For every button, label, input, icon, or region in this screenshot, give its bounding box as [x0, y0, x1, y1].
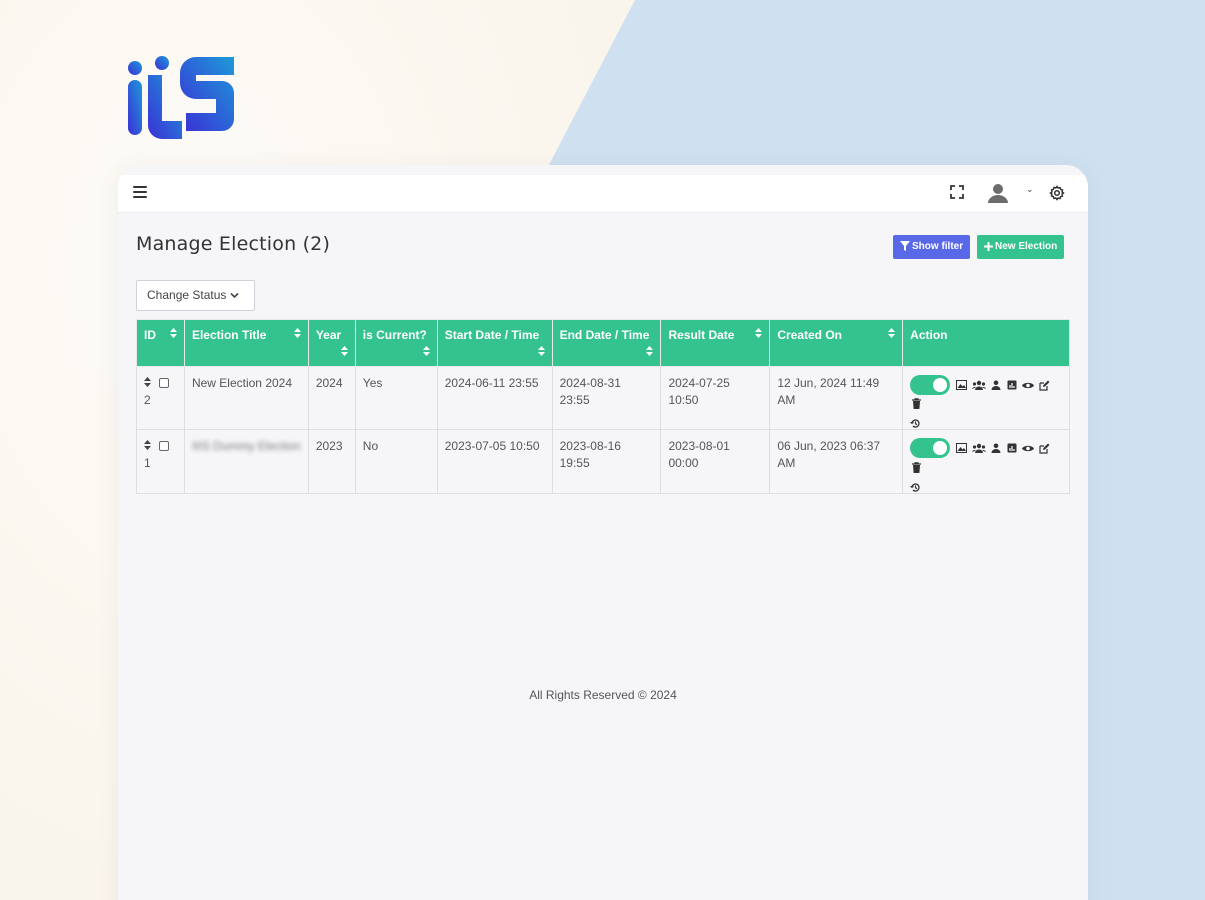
header-label: Start Date / Time	[444, 328, 540, 342]
plus-icon	[984, 242, 993, 251]
image-icon[interactable]	[955, 443, 967, 454]
column-header-title[interactable]: Election Title	[183, 319, 309, 367]
drag-sort-icon[interactable]	[144, 440, 151, 451]
table-row: 2 New Election 2024 2024 Yes 2024-06-11 …	[136, 365, 1070, 431]
header-label: Created On	[777, 328, 843, 342]
delete-icon[interactable]	[912, 461, 922, 473]
cell-year: 2024	[307, 365, 356, 431]
cell-result: 2023-08-01 00:00	[660, 429, 771, 494]
new-election-label: New Election	[995, 241, 1058, 252]
election-table: ID Election Title Year is Current? Start…	[136, 319, 1070, 494]
header-label: Action	[910, 328, 948, 342]
cell-start: 2024-06-11 23:55	[436, 365, 553, 431]
header-label: Result Date	[668, 328, 735, 342]
cell-actions	[902, 429, 1070, 494]
sort-icon	[888, 328, 896, 338]
cell-actions	[902, 365, 1070, 431]
top-navbar: ⌄	[118, 175, 1088, 213]
column-header-created[interactable]: Created On	[769, 319, 904, 367]
show-filter-button[interactable]: Show filter	[893, 235, 971, 259]
report-icon[interactable]	[1007, 380, 1017, 390]
new-election-button[interactable]: New Election	[977, 235, 1065, 259]
table-row: 1 IIIS Dummy Election 2023 No 2023-07-05…	[136, 429, 1070, 494]
candidate-icon[interactable]	[991, 380, 1001, 390]
delete-icon[interactable]	[912, 398, 922, 410]
header-label: is Current?	[362, 328, 427, 342]
report-icon[interactable]	[1007, 443, 1017, 453]
fullscreen-icon[interactable]	[950, 185, 964, 199]
cell-title: New Election 2024	[183, 365, 309, 431]
cell-start: 2023-07-05 10:50	[436, 429, 553, 494]
history-icon[interactable]	[910, 482, 921, 493]
footer-copyright: All Rights Reserved © 2024	[529, 688, 677, 702]
row-checkbox[interactable]	[159, 378, 170, 388]
edit-icon[interactable]	[1039, 443, 1050, 454]
edit-icon[interactable]	[1039, 380, 1050, 391]
gear-icon[interactable]	[1049, 185, 1065, 201]
drag-sort-icon[interactable]	[144, 377, 151, 387]
status-toggle[interactable]	[910, 438, 951, 459]
sort-icon	[340, 346, 348, 356]
users-icon[interactable]	[971, 380, 986, 390]
column-header-result[interactable]: Result Date	[660, 319, 771, 367]
toggle-knob	[933, 441, 948, 456]
header-label: End Date / Time	[559, 328, 650, 342]
column-header-current[interactable]: is Current?	[354, 319, 438, 367]
sort-icon	[169, 328, 177, 338]
chevron-down-icon	[230, 292, 239, 299]
sort-icon	[293, 328, 301, 338]
candidate-icon[interactable]	[991, 443, 1001, 454]
main-card: ⌄ Manage Election (2) Show filter New El…	[118, 165, 1088, 900]
column-header-year[interactable]: Year	[307, 319, 356, 367]
sort-icon	[646, 346, 654, 356]
cell-current: No	[354, 429, 438, 494]
cell-end: 2023-08-16 19:55	[551, 429, 662, 494]
cell-current: Yes	[354, 365, 438, 431]
cell-year: 2023	[307, 429, 356, 494]
show-filter-label: Show filter	[912, 241, 964, 252]
view-icon[interactable]	[1021, 381, 1034, 390]
cell-created: 12 Jun, 2024 11:49 AM	[769, 365, 904, 431]
toggle-knob	[933, 378, 948, 392]
sort-icon	[537, 346, 545, 356]
status-toggle[interactable]	[910, 375, 951, 395]
blurred-title: IIIS Dummy Election	[191, 439, 301, 454]
change-status-label: Change Status	[147, 288, 227, 302]
sort-icon	[422, 346, 430, 356]
table-header-row: ID Election Title Year is Current? Start…	[136, 319, 1070, 367]
cell-id: 1	[136, 429, 185, 494]
cell-end: 2024-08-31 23:55	[551, 365, 662, 431]
page-title: Manage Election (2)	[136, 233, 331, 255]
chevron-down-icon[interactable]: ⌄	[1026, 184, 1034, 195]
users-icon[interactable]	[971, 443, 986, 454]
change-status-dropdown[interactable]: Change Status	[136, 280, 255, 311]
cell-id: 2	[136, 365, 185, 431]
row-id: 1	[144, 456, 151, 471]
user-avatar-icon[interactable]	[987, 182, 1009, 204]
column-header-id[interactable]: ID	[136, 319, 185, 367]
header-label: ID	[144, 328, 156, 342]
filter-icon	[900, 241, 910, 251]
iis-logo	[128, 56, 234, 139]
image-icon[interactable]	[955, 380, 967, 390]
view-icon[interactable]	[1021, 444, 1034, 453]
row-id: 2	[144, 393, 151, 407]
cell-result: 2024-07-25 10:50	[660, 365, 771, 431]
history-icon[interactable]	[910, 418, 921, 429]
header-label: Year	[315, 328, 342, 342]
cell-created: 06 Jun, 2023 06:37 AM	[769, 429, 904, 494]
cell-title: IIIS Dummy Election	[183, 429, 309, 494]
column-header-end[interactable]: End Date / Time	[551, 319, 662, 367]
sort-icon	[755, 328, 763, 338]
header-label: Election Title	[191, 328, 267, 342]
row-checkbox[interactable]	[159, 441, 170, 452]
hamburger-icon[interactable]	[133, 186, 147, 198]
column-header-start[interactable]: Start Date / Time	[436, 319, 553, 367]
column-header-action: Action	[902, 319, 1070, 367]
